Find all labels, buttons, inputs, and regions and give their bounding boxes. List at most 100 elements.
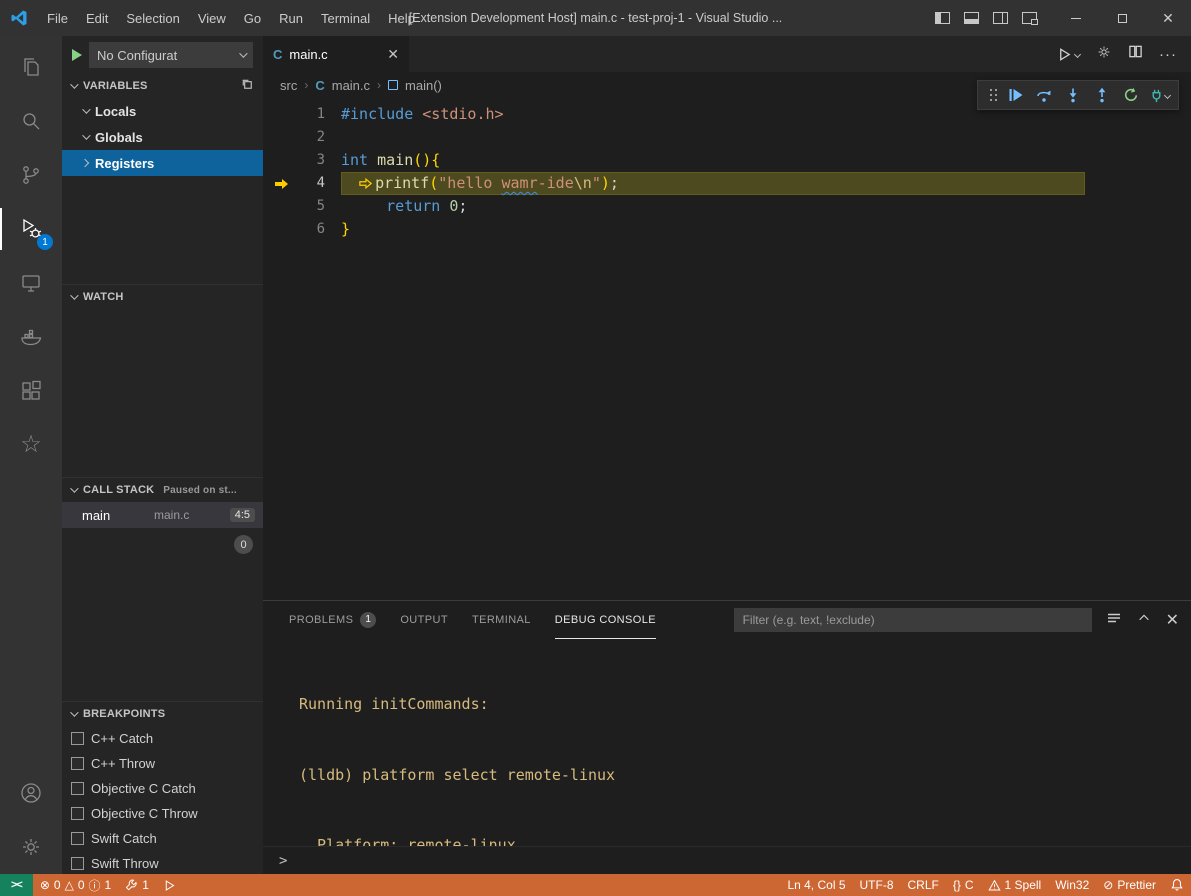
breadcrumb-src[interactable]: src bbox=[280, 78, 297, 93]
toggle-panel-icon[interactable] bbox=[964, 12, 979, 24]
remote-explorer-icon[interactable] bbox=[0, 256, 62, 310]
breakpoint-swift-throw[interactable]: Swift Throw bbox=[62, 851, 263, 874]
split-editor-icon[interactable] bbox=[1128, 44, 1143, 64]
line-number: 3 bbox=[299, 149, 325, 172]
variables-section: VARIABLES Locals Globals Registers bbox=[62, 74, 263, 284]
token: printf bbox=[375, 172, 429, 195]
tab-label: main.c bbox=[289, 47, 327, 62]
language-mode[interactable]: {} C bbox=[946, 874, 981, 896]
step-over-button[interactable] bbox=[1030, 82, 1057, 108]
launch-config-dropdown[interactable]: No Configurat bbox=[89, 42, 253, 68]
current-instruction-arrow-icon[interactable] bbox=[263, 178, 299, 190]
settings-gear-icon[interactable] bbox=[0, 820, 62, 874]
platform-label: Win32 bbox=[1055, 878, 1089, 892]
tab-output[interactable]: OUTPUT bbox=[400, 601, 448, 639]
cursor-position[interactable]: Ln 4, Col 5 bbox=[780, 874, 852, 896]
start-debug-icon[interactable] bbox=[72, 49, 82, 61]
problems-indicator[interactable]: ⊗ 0 △ 0 ⓘ 1 bbox=[33, 874, 118, 896]
favorites-icon[interactable]: ☆ bbox=[0, 418, 62, 472]
debug-badge: 1 bbox=[37, 234, 53, 250]
editor-scrollbar[interactable] bbox=[1181, 98, 1191, 600]
tab-debug-console[interactable]: DEBUG CONSOLE bbox=[555, 601, 656, 639]
editor-settings-gear-icon[interactable] bbox=[1096, 44, 1112, 65]
code-editor[interactable]: 1 #include <stdio.h> 2 3 int main(){ bbox=[263, 98, 1191, 600]
menu-file[interactable]: File bbox=[38, 0, 77, 36]
run-file-button[interactable] bbox=[1057, 47, 1080, 62]
breakpoints-header[interactable]: BREAKPOINTS bbox=[62, 702, 263, 726]
watch-header[interactable]: WATCH bbox=[62, 285, 263, 309]
debug-console-input[interactable]: > bbox=[263, 846, 1191, 874]
platform-indicator[interactable]: Win32 bbox=[1048, 874, 1096, 896]
variables-header[interactable]: VARIABLES bbox=[62, 74, 263, 98]
search-icon[interactable] bbox=[0, 94, 62, 148]
drag-handle[interactable] bbox=[983, 82, 999, 108]
info-icon: ⓘ bbox=[89, 877, 101, 894]
tasks-indicator[interactable]: 1 bbox=[118, 874, 156, 896]
account-icon[interactable] bbox=[0, 766, 62, 820]
scope-registers[interactable]: Registers bbox=[62, 150, 263, 176]
breakpoint-cpp-throw[interactable]: C++ Throw bbox=[62, 751, 263, 776]
spell-checker-indicator[interactable]: 1 Spell bbox=[981, 874, 1049, 896]
tab-terminal[interactable]: TERMINAL bbox=[472, 601, 531, 639]
explorer-icon[interactable] bbox=[0, 40, 62, 94]
menu-bar: File Edit Selection View Go Run Terminal… bbox=[38, 0, 424, 36]
notifications-bell[interactable] bbox=[1163, 874, 1191, 896]
spell-label: 1 Spell bbox=[1005, 878, 1042, 892]
debug-session-indicator[interactable] bbox=[156, 874, 183, 896]
breadcrumb-file[interactable]: main.c bbox=[332, 78, 370, 93]
continue-button[interactable] bbox=[1001, 82, 1028, 108]
menu-edit[interactable]: Edit bbox=[77, 0, 117, 36]
source-control-icon[interactable] bbox=[0, 148, 62, 202]
breakpoint-objc-throw[interactable]: Objective C Throw bbox=[62, 801, 263, 826]
line-col-label: Ln 4, Col 5 bbox=[787, 878, 845, 892]
menu-run[interactable]: Run bbox=[270, 0, 312, 36]
breakpoint-checkbox[interactable] bbox=[71, 832, 84, 845]
eol-indicator[interactable]: CRLF bbox=[901, 874, 946, 896]
breakpoint-swift-catch[interactable]: Swift Catch bbox=[62, 826, 263, 851]
run-debug-icon[interactable]: 1 bbox=[0, 202, 62, 256]
breakpoint-objc-catch[interactable]: Objective C Catch bbox=[62, 776, 263, 801]
info-count: 1 bbox=[105, 878, 112, 892]
maximize-button[interactable] bbox=[1099, 0, 1145, 36]
breakpoint-checkbox[interactable] bbox=[71, 782, 84, 795]
menu-view[interactable]: View bbox=[189, 0, 235, 36]
breakpoint-checkbox[interactable] bbox=[71, 757, 84, 770]
step-out-button[interactable] bbox=[1088, 82, 1115, 108]
tab-close-icon[interactable]: ✕ bbox=[387, 46, 399, 63]
extensions-icon[interactable] bbox=[0, 364, 62, 418]
collapse-all-icon[interactable] bbox=[240, 77, 255, 95]
breakpoint-checkbox[interactable] bbox=[71, 807, 84, 820]
docker-icon[interactable] bbox=[0, 310, 62, 364]
restart-button[interactable] bbox=[1117, 82, 1144, 108]
toggle-secondary-sidebar-icon[interactable] bbox=[993, 12, 1008, 24]
call-stack-header[interactable]: CALL STACK Paused on st... bbox=[62, 478, 263, 502]
remote-indicator[interactable]: >< bbox=[0, 874, 33, 896]
breakpoint-cpp-catch[interactable]: C++ Catch bbox=[62, 726, 263, 751]
maximize-panel-chevron-icon[interactable] bbox=[1137, 611, 1151, 630]
console-filter-input[interactable] bbox=[734, 608, 1092, 632]
customize-layout-icon[interactable] bbox=[1022, 12, 1037, 24]
stack-frame-row[interactable]: main main.c 4:5 bbox=[62, 502, 263, 528]
tab-problems[interactable]: PROBLEMS 1 bbox=[289, 601, 376, 639]
toggle-sidebar-icon[interactable] bbox=[935, 12, 950, 24]
tab-main-c[interactable]: C main.c ✕ bbox=[263, 36, 409, 72]
breakpoint-checkbox[interactable] bbox=[71, 732, 84, 745]
step-into-button[interactable] bbox=[1059, 82, 1086, 108]
formatter-indicator[interactable]: ⊘ Prettier bbox=[1096, 874, 1163, 896]
more-actions-icon[interactable]: ··· bbox=[1159, 46, 1177, 63]
breadcrumb-symbol[interactable]: main() bbox=[405, 78, 442, 93]
disconnect-button[interactable] bbox=[1146, 82, 1173, 108]
menu-go[interactable]: Go bbox=[235, 0, 270, 36]
menu-selection[interactable]: Selection bbox=[117, 0, 188, 36]
scope-locals[interactable]: Locals bbox=[62, 98, 263, 124]
close-button[interactable]: ✕ bbox=[1145, 0, 1191, 36]
console-menu-lines-icon[interactable] bbox=[1106, 610, 1122, 631]
scope-globals[interactable]: Globals bbox=[62, 124, 263, 150]
scope-locals-label: Locals bbox=[95, 104, 136, 119]
close-panel-icon[interactable]: ✕ bbox=[1166, 610, 1179, 630]
menu-terminal[interactable]: Terminal bbox=[312, 0, 379, 36]
breakpoint-label: C++ Catch bbox=[91, 731, 153, 746]
encoding-indicator[interactable]: UTF-8 bbox=[853, 874, 901, 896]
minimize-button[interactable] bbox=[1053, 0, 1099, 36]
breakpoint-checkbox[interactable] bbox=[71, 857, 84, 870]
